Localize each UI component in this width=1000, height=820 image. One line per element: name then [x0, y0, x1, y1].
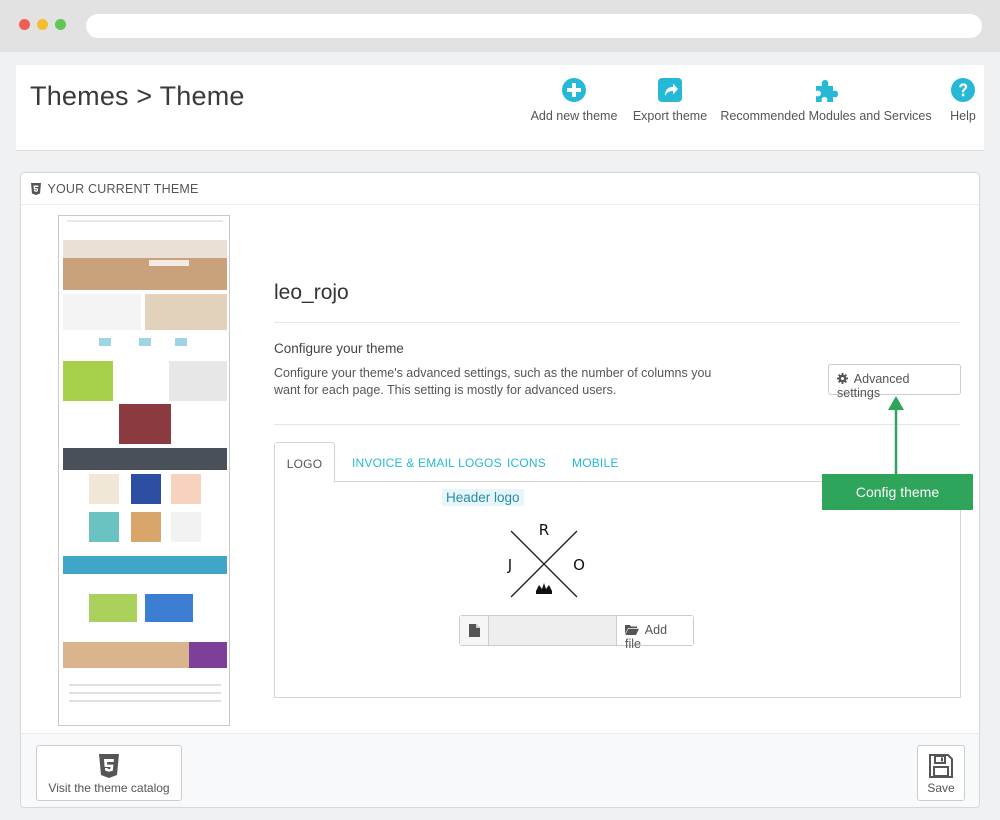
logo-letter-r: R — [539, 521, 549, 539]
logo-letter-j: J — [507, 556, 512, 574]
recommended-modules-label: Recommended Modules and Services — [720, 109, 932, 123]
tab-mobile[interactable]: MOBILE — [572, 442, 619, 482]
tab-icons[interactable]: ICONS — [507, 442, 546, 482]
logo-letter-o: O — [573, 556, 585, 574]
header-logo-label: Header logo — [442, 489, 524, 506]
tab-invoice-email-logos[interactable]: INVOICE & EMAIL LOGOS — [352, 442, 502, 482]
theme-preview-image — [58, 215, 230, 726]
advanced-settings-button[interactable]: Advanced settings — [828, 364, 961, 400]
browser-chrome — [0, 0, 1000, 52]
page: Themes > Theme Add new theme Export them… — [0, 52, 1000, 820]
configure-title: Configure your theme — [274, 341, 404, 356]
html5-icon — [31, 183, 41, 195]
visit-theme-catalog-label: Visit the theme catalog — [48, 781, 170, 795]
export-theme-label: Export theme — [632, 109, 708, 123]
config-theme-annotation: Config theme — [822, 474, 973, 510]
logo-file-upload: Add file — [459, 615, 694, 651]
file-name-input[interactable] — [489, 616, 616, 645]
divider — [274, 424, 960, 425]
export-theme-button[interactable]: Export theme — [628, 77, 712, 123]
window-close-dot[interactable] — [19, 19, 30, 30]
help-label: Help — [950, 109, 976, 123]
divider — [274, 322, 960, 323]
page-title: Themes > Theme — [30, 81, 245, 111]
configure-description: Configure your theme's advanced settings… — [274, 366, 712, 397]
header-logo-image: R J O — [507, 521, 585, 598]
add-new-theme-button[interactable]: Add new theme — [524, 77, 624, 123]
plus-circle-icon — [562, 78, 586, 102]
panel-footer: Visit the theme catalog Save — [21, 733, 979, 807]
file-icon-box — [460, 616, 489, 645]
help-button[interactable]: Help — [944, 77, 982, 123]
tab-logo[interactable]: LOGO — [274, 442, 335, 483]
visit-theme-catalog-button[interactable]: Visit the theme catalog — [36, 745, 182, 801]
folder-open-icon — [625, 625, 639, 635]
theme-name: leo_rojo — [274, 281, 349, 304]
window-maximize-dot[interactable] — [55, 19, 66, 30]
panel-heading-text: YOUR CURRENT THEME — [47, 182, 199, 196]
address-bar[interactable] — [86, 14, 982, 38]
html5-icon — [99, 754, 119, 778]
page-header: Themes > Theme Add new theme Export them… — [16, 65, 984, 151]
question-circle-icon — [951, 78, 975, 102]
puzzle-icon — [816, 80, 838, 102]
add-new-theme-label: Add new theme — [530, 109, 618, 123]
recommended-modules-button[interactable]: Recommended Modules and Services — [718, 77, 934, 123]
floppy-disk-icon — [929, 754, 953, 778]
share-icon — [658, 78, 682, 102]
panel-heading: YOUR CURRENT THEME — [21, 173, 979, 205]
save-label: Save — [927, 781, 955, 795]
gear-icon — [837, 373, 848, 384]
annotation-arrow — [888, 396, 904, 476]
add-file-button[interactable]: Add file — [616, 616, 693, 651]
window-minimize-dot[interactable] — [37, 19, 48, 30]
file-icon — [469, 624, 480, 637]
save-button[interactable]: Save — [917, 745, 965, 801]
logo-tab-pane: Header logo R J O Add file — [274, 481, 961, 698]
